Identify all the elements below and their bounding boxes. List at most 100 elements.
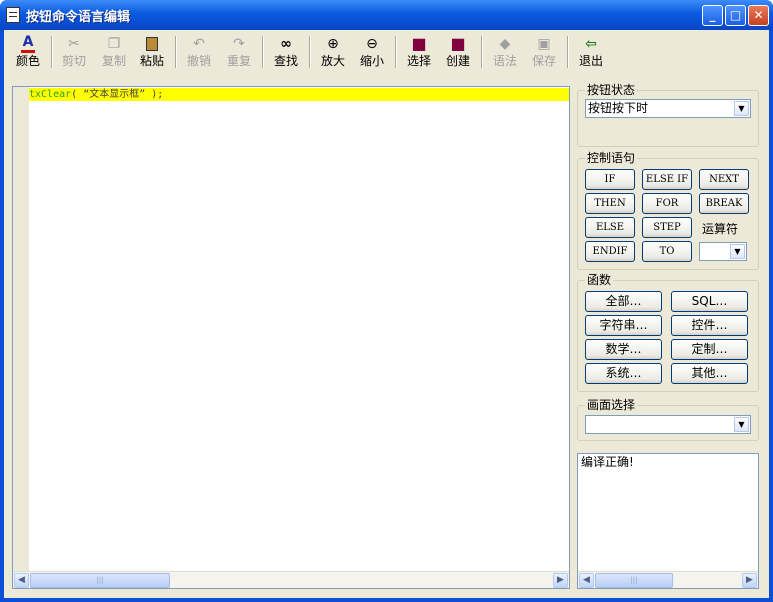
func-string-button[interactable]: 字符串…	[585, 315, 662, 336]
zoom-out-label: 缩小	[359, 54, 384, 68]
toolbar: A 颜色 ✂ 剪切 ❐ 复制 粘贴 ↶ 撤销 ↷ 重复 ∞ 查找 ⊕ 放大 ⊖ …	[4, 30, 769, 74]
redo-button[interactable]: ↷ 重复	[220, 35, 258, 71]
cut-button[interactable]: ✂ 剪切	[55, 35, 93, 71]
minimize-button[interactable]: _	[702, 5, 723, 26]
select-label: 选择	[406, 54, 431, 68]
zoom-out-button[interactable]: ⊖ 缩小	[353, 35, 391, 71]
syntax-button[interactable]: ◆ 语法	[486, 35, 524, 71]
chevron-down-icon[interactable]: ▼	[730, 244, 745, 259]
select-button[interactable]: ■ 选择	[400, 35, 438, 71]
code-function: txClear	[29, 89, 72, 100]
if-button[interactable]: IF	[585, 169, 635, 190]
control-statement-group: 控制语句 IF ELSE IF NEXT THEN FOR BREAK ELSE…	[577, 151, 759, 270]
scroll-thumb[interactable]: |||	[30, 573, 170, 588]
close-button[interactable]: ✕	[748, 5, 769, 26]
next-button[interactable]: NEXT	[699, 169, 749, 190]
save-label: 保存	[531, 54, 556, 68]
zoom-in-label: 放大	[320, 54, 345, 68]
func-math-button[interactable]: 数学…	[585, 339, 662, 360]
screen-select[interactable]: ▼	[585, 415, 751, 434]
chevron-down-icon[interactable]: ▼	[734, 101, 749, 116]
binoculars-icon: ∞	[280, 36, 292, 52]
button-state-title: 按钮状态	[585, 83, 638, 97]
for-button[interactable]: FOR	[642, 193, 692, 214]
paste-button[interactable]: 粘贴	[133, 35, 171, 71]
redo-icon: ↷	[233, 36, 245, 52]
scroll-right-icon[interactable]: ▶	[742, 573, 757, 588]
button-state-value: 按钮按下时	[588, 101, 649, 115]
find-label: 查找	[273, 54, 298, 68]
break-button[interactable]: BREAK	[699, 193, 749, 214]
color-button[interactable]: A 颜色	[9, 35, 47, 71]
undo-icon: ↶	[193, 36, 205, 52]
create-label: 创建	[445, 54, 470, 68]
operator-label: 运算符	[702, 222, 739, 236]
create-icon: ■	[450, 34, 466, 53]
code-open-paren: (	[71, 89, 84, 100]
cut-label: 剪切	[61, 54, 86, 68]
window: 按钮命令语言编辑 _ □ ✕ A 颜色 ✂ 剪切 ❐ 复制 粘贴 ↶ 撤销 ↷ …	[0, 0, 773, 602]
chevron-down-icon[interactable]: ▼	[734, 417, 749, 432]
toolbar-separator	[262, 36, 264, 68]
button-state-select[interactable]: 按钮按下时 ▼	[585, 99, 751, 118]
scroll-left-icon[interactable]: ◀	[14, 573, 29, 588]
code-line[interactable]: txClear( “文本显示框” );	[29, 88, 569, 101]
editor-gutter	[13, 87, 29, 571]
control-statement-title: 控制语句	[585, 151, 638, 165]
redo-label: 重复	[226, 54, 251, 68]
zoom-out-icon: ⊖	[366, 36, 378, 52]
functions-title: 函数	[585, 273, 614, 287]
exit-button[interactable]: ⇦ 退出	[572, 35, 610, 71]
save-button[interactable]: ▣ 保存	[525, 35, 563, 71]
code-editor[interactable]: txClear( “文本显示框” ); ◀ ||| ▶	[12, 86, 570, 589]
select-icon: ■	[411, 34, 427, 53]
client-area: A 颜色 ✂ 剪切 ❐ 复制 粘贴 ↶ 撤销 ↷ 重复 ∞ 查找 ⊕ 放大 ⊖ …	[4, 30, 769, 598]
scroll-right-icon[interactable]: ▶	[553, 573, 568, 588]
color-label: 颜色	[15, 54, 40, 68]
font-color-icon: A	[21, 35, 35, 53]
screen-select-title: 画面选择	[585, 398, 638, 412]
func-control-button[interactable]: 控件…	[671, 315, 748, 336]
compile-output[interactable]: 编译正确! ◀ ||| ▶	[577, 453, 759, 589]
zoom-in-icon: ⊕	[327, 36, 339, 52]
maximize-button[interactable]: □	[725, 5, 746, 26]
func-other-button[interactable]: 其他…	[671, 363, 748, 384]
else-button[interactable]: ELSE	[585, 217, 635, 238]
toolbar-separator	[309, 36, 311, 68]
then-button[interactable]: THEN	[585, 193, 635, 214]
func-custom-button[interactable]: 定制…	[671, 339, 748, 360]
step-button[interactable]: STEP	[642, 217, 692, 238]
compile-status: 编译正确!	[581, 455, 634, 469]
exit-icon: ⇦	[585, 36, 597, 52]
code-string: “文本显示框”	[83, 89, 146, 100]
toolbar-separator	[567, 36, 569, 68]
func-sql-button[interactable]: SQL…	[671, 291, 748, 312]
find-button[interactable]: ∞ 查找	[267, 35, 305, 71]
undo-label: 撤销	[186, 54, 211, 68]
undo-button[interactable]: ↶ 撤销	[180, 35, 218, 71]
exit-label: 退出	[578, 54, 603, 68]
toolbar-separator	[175, 36, 177, 68]
copy-icon: ❐	[107, 36, 121, 52]
endif-button[interactable]: ENDIF	[585, 241, 635, 262]
else-if-button[interactable]: ELSE IF	[642, 169, 692, 190]
functions-group: 函数 全部… SQL… 字符串… 控件… 数学… 定制… 系统… 其他…	[577, 273, 759, 392]
save-icon: ▣	[537, 36, 551, 52]
func-all-button[interactable]: 全部…	[585, 291, 662, 312]
create-button[interactable]: ■ 创建	[439, 35, 477, 71]
scroll-thumb[interactable]: |||	[595, 573, 673, 588]
editor-horizontal-scrollbar[interactable]: ◀ ||| ▶	[13, 571, 569, 588]
output-horizontal-scrollbar[interactable]: ◀ ||| ▶	[578, 571, 758, 588]
title-bar[interactable]: 按钮命令语言编辑 _ □ ✕	[0, 0, 773, 30]
clipboard-icon	[133, 35, 171, 53]
paste-label: 粘贴	[139, 54, 164, 68]
copy-button[interactable]: ❐ 复制	[95, 35, 133, 71]
func-system-button[interactable]: 系统…	[585, 363, 662, 384]
zoom-in-button[interactable]: ⊕ 放大	[314, 35, 352, 71]
scissors-icon: ✂	[68, 36, 80, 52]
toolbar-separator	[395, 36, 397, 68]
to-button[interactable]: TO	[642, 241, 692, 262]
scroll-left-icon[interactable]: ◀	[579, 573, 594, 588]
operator-select[interactable]: ▼	[699, 242, 747, 261]
syntax-icon: ◆	[499, 36, 511, 52]
